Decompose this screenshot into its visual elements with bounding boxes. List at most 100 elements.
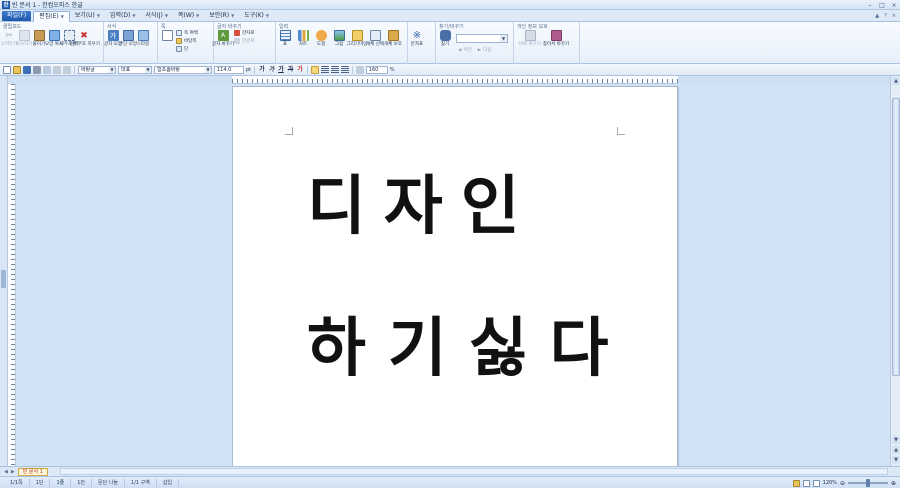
- vertical-scrollbar[interactable]: ▲ ▼ ▲ ▼: [890, 76, 900, 466]
- symbol-button[interactable]: ※ 문자표: [410, 30, 424, 47]
- find-replace-button[interactable]: 찾아서 바꾸기: [543, 30, 569, 47]
- align-left-icon[interactable]: [320, 65, 329, 74]
- style-button[interactable]: 스타일: [136, 30, 150, 47]
- group-title-page: 쪽: [161, 24, 166, 30]
- view-mode-icon[interactable]: [792, 479, 800, 487]
- help-icon[interactable]: ?: [884, 13, 887, 19]
- underline-button[interactable]: 가: [277, 66, 285, 74]
- scissors-icon: ✂: [5, 30, 13, 41]
- doc-close-icon[interactable]: ×: [892, 13, 896, 19]
- copy-icon: [18, 30, 30, 41]
- columns-icon: [176, 46, 182, 52]
- zoom-level[interactable]: 120%: [823, 480, 837, 486]
- char-change-button[interactable]: A 글자 바꾸기: [212, 30, 234, 47]
- tab-next-icon[interactable]: ▶: [11, 469, 15, 475]
- document-text-line-2[interactable]: 하기싫다: [307, 297, 631, 389]
- find-next-button[interactable]: ▶ 다음: [478, 47, 492, 54]
- char-shape-button[interactable]: 가 글자 모양: [104, 30, 122, 47]
- style-select[interactable]: 바탕글 ▼: [78, 65, 116, 74]
- document-tab-bar: ◀ ▶ 빈 문서 1: [0, 466, 900, 476]
- close-button[interactable]: ×: [890, 2, 898, 9]
- page-down-icon[interactable]: ▼: [892, 456, 900, 464]
- redo-icon[interactable]: [63, 65, 71, 74]
- tab-prev-icon[interactable]: ◀: [4, 469, 8, 475]
- maximize-button[interactable]: □: [878, 2, 886, 9]
- format-copy-button[interactable]: 모양 복사: [45, 30, 63, 47]
- scroll-up-icon[interactable]: ▲: [892, 77, 900, 85]
- menu-edit[interactable]: 편집(E) ▼: [33, 10, 70, 22]
- to-hangul-button[interactable]: 한글로: [234, 38, 254, 44]
- language-select[interactable]: 대표 ▼: [118, 65, 152, 74]
- menu-tools[interactable]: 도구(K) ▼: [239, 11, 274, 21]
- master-page-button[interactable]: 바탕쪽: [176, 38, 198, 44]
- chart-button[interactable]: 차트: [296, 30, 310, 47]
- zoom-slider-knob[interactable]: [865, 479, 870, 487]
- picture-button[interactable]: 그림: [332, 30, 346, 47]
- italic-button[interactable]: 가: [268, 66, 276, 74]
- object-select-button[interactable]: 개체 선택: [366, 30, 384, 47]
- columns-button[interactable]: 단: [176, 46, 198, 52]
- shape-button[interactable]: 도형: [314, 30, 328, 47]
- view-page-icon[interactable]: [802, 479, 810, 487]
- vertical-ruler[interactable]: [8, 84, 16, 466]
- chevron-down-icon: ▼: [196, 12, 200, 18]
- zoom-slider[interactable]: [847, 479, 888, 487]
- document-page[interactable]: 디자인 하기싫다: [232, 86, 678, 466]
- scroll-thumb[interactable]: [892, 98, 900, 376]
- find-prev-button[interactable]: ◀ 이전: [458, 47, 472, 54]
- strike-button[interactable]: 가: [287, 66, 295, 74]
- zoom-in-icon[interactable]: ⊕: [891, 480, 896, 487]
- group-title-clipboard: 클립보드: [3, 24, 22, 30]
- page-margin-button[interactable]: 쪽 여백: [176, 30, 198, 36]
- replace-now-button[interactable]: 바로 바꾸기: [519, 30, 541, 47]
- panel-handle[interactable]: [1, 270, 6, 288]
- new-doc-icon[interactable]: [3, 65, 11, 74]
- menu-file[interactable]: 파일(F): [2, 10, 32, 21]
- chevron-down-icon: ▼: [109, 66, 115, 73]
- eraser-icon: ✖: [80, 30, 88, 41]
- object-protect-button[interactable]: 개체 보호: [384, 30, 402, 47]
- menu-page[interactable]: 쪽(W) ▼: [173, 11, 204, 21]
- menu-insert[interactable]: 입력(D) ▼: [105, 11, 140, 21]
- menu-format[interactable]: 서식(J) ▼: [140, 11, 173, 21]
- ribbon-collapse-icon[interactable]: ▲: [875, 13, 879, 19]
- horizontal-ruler[interactable]: [232, 76, 678, 84]
- align-center-icon[interactable]: [330, 65, 339, 74]
- page-setup-button[interactable]: [160, 30, 174, 41]
- status-section: 1/1 구역: [125, 478, 157, 487]
- align-justify-icon[interactable]: [310, 65, 319, 74]
- page-icon: [161, 30, 173, 41]
- document-text-line-1[interactable]: 디자인: [307, 155, 538, 247]
- menu-security[interactable]: 보안(R) ▼: [204, 11, 239, 21]
- line-spacing-input[interactable]: 160: [365, 65, 388, 74]
- copy-button[interactable]: 복사하기: [16, 30, 32, 47]
- status-insert-mode[interactable]: 삽입: [157, 478, 180, 487]
- to-hanja-button[interactable]: 한자로: [234, 30, 254, 36]
- print-icon[interactable]: [33, 65, 41, 74]
- font-select[interactable]: 함초롬바탕 ▼: [154, 65, 212, 74]
- menu-view[interactable]: 보기(U) ▼: [70, 11, 105, 21]
- find-input[interactable]: ▼: [456, 34, 508, 43]
- remove-codes-button[interactable]: ✖ 조판 부호 지우기: [68, 30, 100, 48]
- find-button[interactable]: 찾기: [438, 30, 452, 47]
- font-size-input[interactable]: 114.0: [214, 65, 244, 74]
- bold-button[interactable]: 가: [258, 66, 266, 74]
- tab-document-1[interactable]: 빈 문서 1: [17, 467, 48, 476]
- para-shape-button[interactable]: 문단 모양: [119, 30, 137, 47]
- align-right-icon[interactable]: [340, 65, 349, 74]
- save-icon[interactable]: [23, 65, 31, 74]
- minimize-button[interactable]: –: [866, 2, 874, 9]
- undo-icon[interactable]: [53, 65, 61, 74]
- horizontal-scrollbar[interactable]: [60, 468, 888, 475]
- view-width-icon[interactable]: [812, 479, 820, 487]
- page-up-icon[interactable]: ▲: [892, 446, 900, 454]
- paste-button[interactable]: 붙이기: [32, 30, 46, 47]
- table-button[interactable]: 표: [278, 30, 292, 47]
- preview-icon[interactable]: [43, 65, 51, 74]
- drawing-button[interactable]: 그리기마당: [347, 30, 367, 47]
- scroll-down-icon[interactable]: ▼: [892, 436, 900, 444]
- cut-button[interactable]: ✂ 오려두기: [1, 30, 18, 48]
- open-icon[interactable]: [13, 65, 21, 74]
- font-color-button[interactable]: 가: [296, 66, 304, 74]
- zoom-out-icon[interactable]: ⊖: [840, 480, 845, 487]
